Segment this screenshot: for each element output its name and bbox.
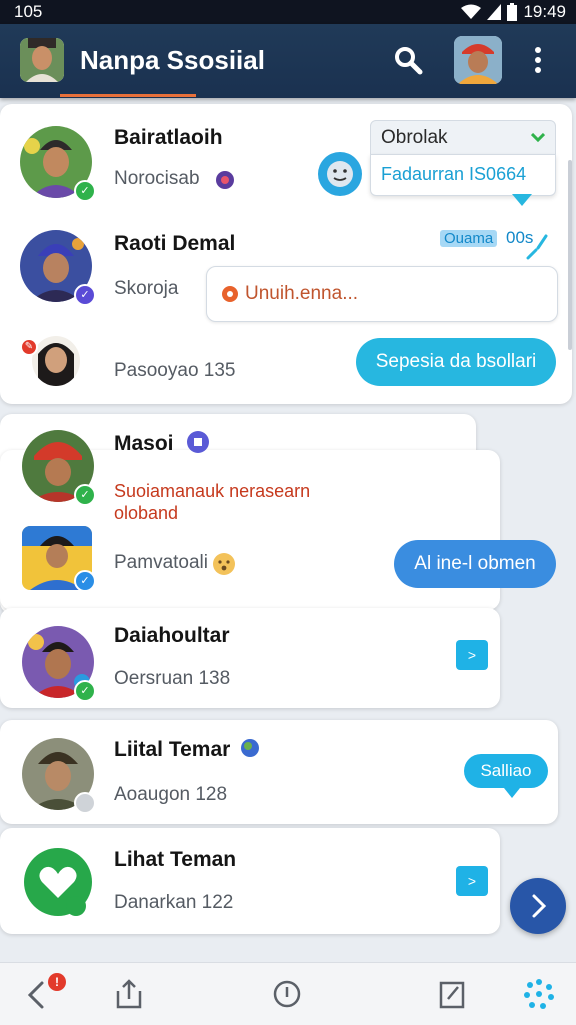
alert-badge: ✎ [20, 338, 38, 356]
open-chat-button[interactable]: > [456, 866, 488, 896]
message-input[interactable]: Unuih.enna... [206, 266, 558, 322]
chevron-right-icon [532, 894, 547, 918]
power-icon[interactable] [270, 977, 304, 1011]
loading-dots-icon[interactable] [522, 977, 556, 1011]
notification-badge: ! [48, 973, 66, 991]
highlight-message: Suoiamanauk nerasearn oloband [114, 481, 311, 523]
profile-avatar[interactable] [454, 36, 502, 84]
tab-indicator [60, 94, 196, 97]
contacts-card-top: ✓ Bairatlaoih Norocisab Obrolak Fadaurra… [0, 104, 572, 404]
clock: 19:49 [523, 2, 566, 21]
online-check-badge: ✓ [74, 484, 96, 506]
contact-subtitle: Pasooyao 135 [114, 360, 236, 381]
chat-type-dropdown[interactable]: Obrolak [370, 120, 556, 156]
action-pill-button[interactable]: Sepesia da bsollari [356, 338, 556, 386]
bubble-tail [512, 194, 532, 206]
share-icon[interactable] [112, 977, 146, 1011]
emoji-icon [213, 553, 235, 575]
contact-subtitle: Skoroja [114, 278, 179, 299]
emoji-reaction-button[interactable] [318, 152, 362, 196]
online-check-badge: ✓ [74, 680, 96, 702]
contact-name: Masoi [114, 432, 174, 455]
read-check-icon [526, 234, 548, 260]
contact-subtitle: Danarkan 122 [114, 892, 234, 913]
contact-subtitle: Norocisab [114, 168, 200, 189]
status-icons: 19:49 [461, 2, 566, 22]
contact-card[interactable]: Liital Temar Aoaugon 128 Salliao [0, 720, 558, 824]
status-tag: Ouama [440, 230, 498, 247]
action-pill-button[interactable]: Al ine-l obmen [394, 540, 556, 588]
floating-action-button[interactable] [510, 878, 566, 934]
app-bar: Nanpa Ssosiial [0, 24, 576, 98]
app-title: Nanpa Ssosiial [80, 45, 265, 75]
globe-icon [241, 739, 259, 757]
app-logo-avatar-icon [20, 38, 64, 82]
chevron-down-icon [531, 133, 545, 143]
contact-name: Raoti Demal [114, 232, 236, 255]
bubble-tail [504, 788, 520, 798]
signal-icon [487, 4, 502, 20]
open-chat-button[interactable]: > [456, 640, 488, 670]
verified-check-badge: ✓ [74, 284, 96, 306]
edit-dot-icon [222, 286, 238, 302]
smiley-icon [327, 161, 353, 187]
dropdown-input[interactable]: Fadaurran IS0664 [370, 154, 556, 196]
contact-subtitle: Pamvatoali [114, 552, 208, 573]
status-emoji-icon [216, 171, 234, 189]
bottom-nav: ! [0, 962, 576, 1025]
like-badge-icon [187, 431, 209, 453]
contact-card[interactable]: ✓ Daiahoultar Oersruan 138 > [0, 608, 500, 708]
message-input-placeholder: Unuih.enna... [245, 283, 359, 304]
dropdown-selected: Obrolak [381, 127, 448, 148]
avatar [22, 846, 94, 918]
avatar-image-icon [32, 336, 80, 386]
status-badge [74, 792, 96, 814]
heart-chat-icon [24, 848, 92, 916]
contact-name: Bairatlaoih [114, 126, 223, 149]
contact-subtitle: Aoaugon 128 [114, 784, 228, 805]
battery-icon [507, 3, 518, 21]
status-bar: 105 19:49 [0, 0, 576, 24]
scrollbar[interactable] [568, 160, 572, 350]
contact-card[interactable]: Lihat Teman Danarkan 122 > [0, 828, 500, 934]
online-check-badge: ✓ [74, 180, 96, 202]
more-vert-icon[interactable] [528, 44, 548, 76]
wifi-icon [461, 4, 482, 19]
dropdown-input-value: Fadaurran IS0664 [381, 164, 527, 184]
contact-name: Lihat Teman [114, 848, 237, 871]
contact-name: Liital Temar [114, 738, 231, 761]
search-icon[interactable] [392, 44, 424, 76]
user-avatar-icon [454, 36, 502, 84]
contact-name: Daiahoultar [114, 624, 230, 647]
verified-check-badge: ✓ [74, 570, 96, 592]
avatar [32, 336, 80, 386]
edit-frame-icon[interactable] [436, 977, 470, 1011]
app-logo[interactable] [20, 38, 64, 82]
status-text: 105 [14, 2, 43, 21]
contact-subtitle: Oersruan 138 [114, 668, 231, 689]
reply-bubble-button[interactable]: Salliao [464, 754, 548, 788]
